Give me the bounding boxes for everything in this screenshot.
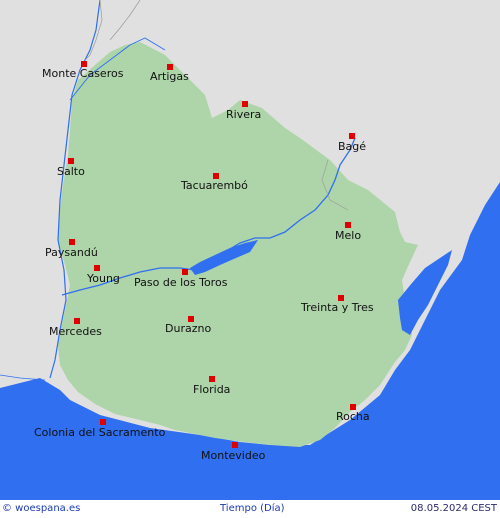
timestamp: 08.05.2024 CEST — [410, 503, 497, 514]
city-label: Mercedes — [49, 325, 102, 338]
city-marker — [69, 239, 75, 245]
city-label: Salto — [57, 165, 85, 178]
city-marker — [349, 133, 355, 139]
city-marker — [94, 265, 100, 271]
city-label: Rivera — [226, 108, 262, 121]
city-label: Paysandú — [45, 246, 98, 259]
city-label: Bagé — [338, 140, 367, 153]
footer-bar: © woespana.es Tiempo (Día) 08.05.2024 CE… — [0, 500, 500, 518]
city-marker — [232, 442, 238, 448]
city-label: Colonia del Sacramento — [34, 426, 166, 439]
city-marker — [242, 101, 248, 107]
city-label: Young — [87, 272, 120, 285]
city-marker — [182, 269, 188, 275]
city-label: Durazno — [165, 322, 212, 335]
city-marker — [68, 158, 74, 164]
city-label: Rocha — [336, 410, 370, 423]
city-label: Melo — [335, 229, 362, 242]
map-container: Monte Caseros Artigas Rivera Bagé Salto … — [0, 0, 500, 500]
city-label: Tacuarembó — [181, 179, 248, 192]
city-marker — [209, 376, 215, 382]
city-marker — [100, 419, 106, 425]
city-label: Florida — [193, 383, 231, 396]
city-marker — [74, 318, 80, 324]
city-label: Paso de los Toros — [134, 276, 228, 289]
brand-link[interactable]: © woespana.es — [2, 503, 80, 514]
city-marker — [345, 222, 351, 228]
city-label: Montevideo — [201, 449, 266, 462]
city-label: Monte Caseros — [42, 67, 124, 80]
city-label: Treinta y Tres — [301, 301, 374, 314]
city-label: Artigas — [150, 70, 189, 83]
map-title: Tiempo (Día) — [220, 503, 285, 514]
